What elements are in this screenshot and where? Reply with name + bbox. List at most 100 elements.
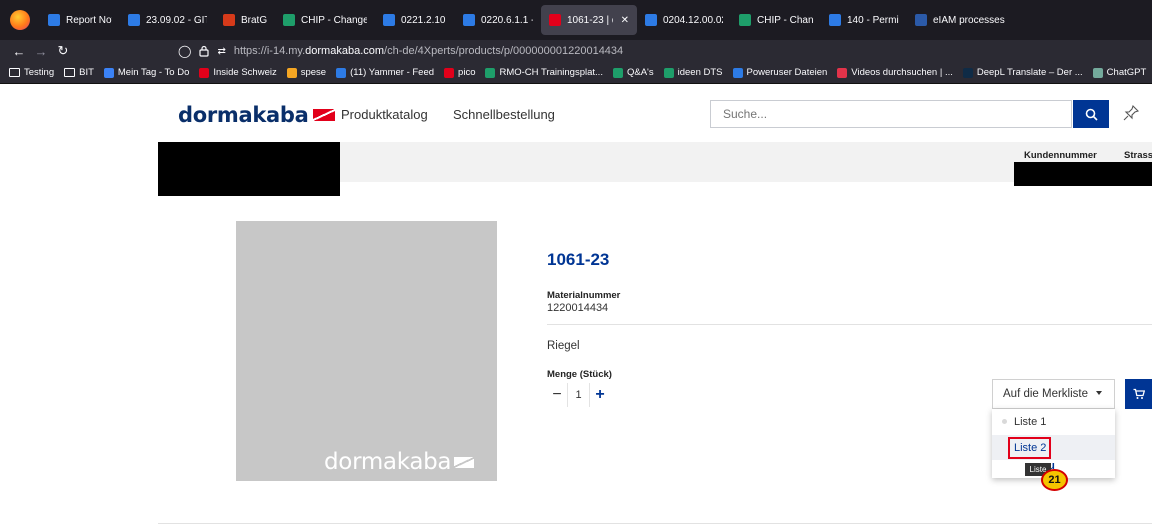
search-input[interactable] bbox=[711, 101, 1071, 127]
wishlist-option-label: Liste 1 bbox=[1014, 415, 1047, 428]
logo-mark-icon bbox=[312, 109, 335, 121]
permissions-icon[interactable]: ⇄ bbox=[217, 46, 225, 57]
product-image-mark-icon bbox=[454, 457, 475, 468]
bookmark-item[interactable]: ChatGPT bbox=[1088, 67, 1152, 78]
logo-text: dormakaba bbox=[178, 103, 309, 127]
bookmark-favicon-icon bbox=[485, 67, 496, 78]
browser-tab[interactable]: Report Not Found bbox=[40, 5, 120, 35]
wishlist-select[interactable]: Auf die Merkliste bbox=[992, 379, 1115, 409]
checkbox-icon bbox=[1002, 419, 1007, 424]
bookmark-favicon-icon bbox=[962, 67, 973, 78]
bookmark-label: RMO-CH Trainingsplat... bbox=[499, 67, 603, 78]
folder-icon bbox=[64, 68, 76, 77]
browser-tab[interactable]: 0221.2.10 4Xperts bbox=[375, 5, 455, 35]
bookmark-item[interactable]: Inside Schweiz bbox=[194, 67, 281, 78]
tab-favicon-icon bbox=[463, 14, 475, 26]
browser-tab[interactable]: BratGPT bbox=[215, 5, 275, 35]
cart-icon bbox=[1133, 388, 1145, 399]
product-image-logo-text: dormakaba bbox=[324, 449, 452, 475]
add-to-cart-button[interactable] bbox=[1125, 379, 1152, 409]
bookmark-label: Testing bbox=[24, 67, 55, 78]
wishlist-select-label: Auf die Merkliste bbox=[1003, 388, 1089, 400]
bookmark-item[interactable]: BIT bbox=[59, 67, 99, 78]
bookmark-item[interactable]: DeepL Translate – Der ... bbox=[958, 67, 1088, 78]
bookmark-label: Videos durchsuchen | ... bbox=[851, 67, 953, 78]
firefox-icon[interactable] bbox=[10, 10, 30, 30]
browser-tab[interactable]: 23.09.02 - GIT - W bbox=[120, 5, 215, 35]
url-domain: dormakaba.com bbox=[305, 45, 385, 57]
bookmark-item[interactable]: RMO-CH Trainingsplat... bbox=[480, 67, 607, 78]
nav-schnellbestellung[interactable]: Schnellbestellung bbox=[453, 107, 555, 122]
browser-tab[interactable]: eIAM processes bbox=[907, 5, 1015, 35]
browser-tab[interactable]: CHIP - Change & bbox=[731, 5, 821, 35]
browser-tab[interactable]: 1061-23 | dorm ✕ bbox=[541, 5, 637, 35]
bookmark-favicon-icon bbox=[612, 67, 623, 78]
bottom-divider bbox=[158, 523, 1152, 524]
close-tab-icon[interactable]: ✕ bbox=[621, 15, 629, 26]
url-text[interactable]: https://i-14.my.dormakaba.com/ch-de/4Xpe… bbox=[234, 45, 623, 57]
site-header: dormakaba Produktkatalog Schnellbestellu… bbox=[0, 84, 1152, 142]
bookmark-label: Mein Tag - To Do bbox=[117, 67, 190, 78]
bookmark-label: DeepL Translate – Der ... bbox=[976, 67, 1083, 78]
tab-favicon-icon bbox=[645, 14, 657, 26]
quantity-increase-button[interactable]: + bbox=[590, 383, 610, 407]
bookmark-item[interactable]: Testing bbox=[4, 67, 59, 78]
tab-label: 140 - Permission bbox=[847, 14, 899, 26]
lock-icon[interactable] bbox=[199, 45, 210, 57]
tab-favicon-icon bbox=[283, 14, 295, 26]
quantity-input[interactable]: 1 bbox=[567, 383, 590, 407]
bookmark-label: Q&A's bbox=[626, 67, 654, 78]
search-field[interactable] bbox=[710, 100, 1072, 128]
bookmark-label: BIT bbox=[79, 67, 94, 78]
bookmark-item[interactable]: Q&A's bbox=[608, 67, 659, 78]
street-label: Strass bbox=[1124, 150, 1152, 161]
bookmark-item[interactable]: Mein Tag - To Do bbox=[99, 67, 194, 78]
bookmark-item[interactable]: spese bbox=[282, 67, 331, 78]
folder-icon bbox=[9, 68, 20, 77]
pin-icon[interactable] bbox=[1122, 104, 1140, 122]
tab-favicon-icon bbox=[223, 14, 235, 26]
bookmark-item[interactable]: pico bbox=[439, 67, 480, 78]
shield-icon[interactable]: ◯ bbox=[178, 44, 191, 58]
bookmark-item[interactable]: Poweruser Dateien bbox=[728, 67, 833, 78]
tab-favicon-icon bbox=[48, 14, 60, 26]
wishlist-option-liste-1[interactable]: Liste 1 bbox=[992, 409, 1115, 434]
bookmark-label: pico bbox=[458, 67, 476, 78]
bookmark-favicon-icon bbox=[1092, 67, 1103, 78]
bookmark-favicon-icon bbox=[286, 67, 297, 78]
forward-icon[interactable]: → bbox=[30, 44, 52, 59]
url-bar[interactable]: ◯ ⇄ https://i-14.my.dormakaba.com/ch-de/… bbox=[178, 42, 818, 60]
tab-favicon-icon bbox=[829, 14, 841, 26]
reload-icon[interactable]: ↻ bbox=[52, 43, 74, 59]
quantity-decrease-button[interactable]: − bbox=[547, 383, 567, 407]
chevron-down-icon bbox=[1096, 391, 1102, 395]
search-button[interactable] bbox=[1073, 100, 1109, 128]
tab-label: BratGPT bbox=[241, 14, 267, 26]
tab-label: CHIP - Change & bbox=[757, 14, 813, 26]
bookmark-item[interactable]: (11) Yammer - Feed bbox=[331, 67, 439, 78]
dormakaba-logo[interactable]: dormakaba bbox=[178, 103, 335, 127]
search-icon bbox=[1085, 108, 1098, 121]
tab-favicon-icon bbox=[383, 14, 395, 26]
bookmark-item[interactable]: ideen DTS bbox=[659, 67, 728, 78]
bookmark-item[interactable]: Videos durchsuchen | ... bbox=[832, 67, 958, 78]
browser-tab[interactable]: CHIP - Change & bbox=[275, 5, 375, 35]
nav-produktkatalog[interactable]: Produktkatalog bbox=[341, 107, 428, 122]
product-image: dormakaba bbox=[236, 221, 497, 481]
product-image-logo: dormakaba bbox=[324, 449, 475, 475]
bookmark-label: Inside Schweiz bbox=[213, 67, 277, 78]
url-path: /ch-de/4Xperts/products/p/00000000122001… bbox=[384, 45, 624, 57]
browser-tab[interactable]: 140 - Permission bbox=[821, 5, 907, 35]
bookmark-favicon-icon bbox=[732, 67, 743, 78]
tab-favicon-icon bbox=[549, 14, 561, 26]
tab-label: 0220.6.1.1 - Q&A bbox=[481, 14, 533, 26]
quantity-label: Menge (Stück) bbox=[547, 369, 612, 380]
browser-tab[interactable]: 0220.6.1.1 - Q&A bbox=[455, 5, 541, 35]
product-description: Riegel bbox=[547, 340, 580, 352]
back-icon[interactable]: ← bbox=[8, 44, 30, 59]
wishlist-option-label-liste-2[interactable]: Liste 2 bbox=[1014, 442, 1046, 454]
customer-number-label: Kundennummer bbox=[1024, 150, 1097, 161]
bookmark-favicon-icon bbox=[103, 67, 114, 78]
browser-tab[interactable]: 0204.12.00.02 -Do bbox=[637, 5, 731, 35]
tab-label: CHIP - Change & bbox=[301, 14, 367, 26]
